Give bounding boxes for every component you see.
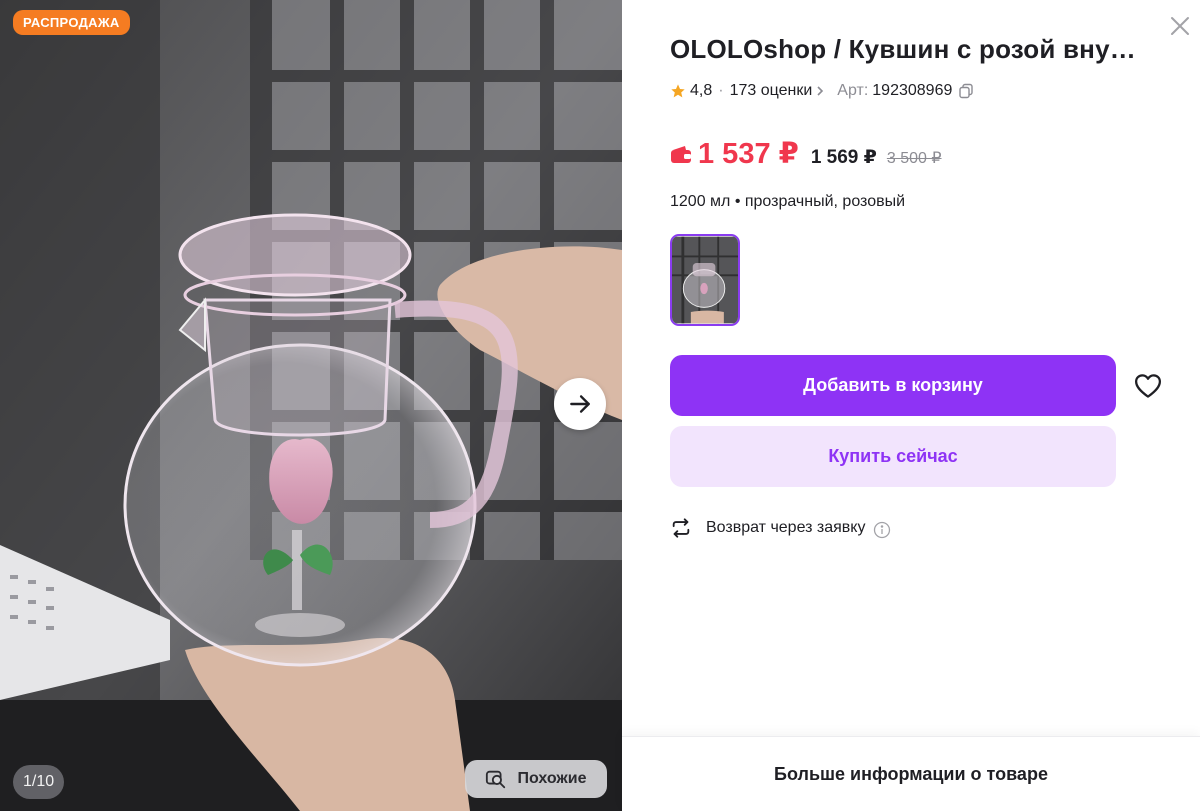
sku-value: 192308969 bbox=[872, 82, 953, 99]
variant-thumbnail[interactable] bbox=[670, 234, 740, 326]
more-info-button[interactable]: Больше информации о товаре bbox=[622, 736, 1200, 811]
buy-now-button[interactable]: Купить сейчас bbox=[670, 426, 1116, 487]
close-button[interactable] bbox=[1166, 12, 1194, 40]
similar-button[interactable]: Похожие bbox=[465, 760, 607, 798]
info-icon[interactable] bbox=[873, 521, 891, 539]
arrow-right-icon bbox=[570, 395, 590, 413]
wallet-icon bbox=[671, 146, 691, 163]
product-meta: 4,8 · 173 оценки Арт: 192308969 bbox=[670, 80, 974, 102]
copy-icon[interactable] bbox=[958, 83, 974, 99]
price-old: 3 500 ₽ bbox=[886, 150, 942, 167]
sale-badge: РАСПРОДАЖА bbox=[13, 10, 130, 35]
meta-separator: · bbox=[718, 82, 724, 99]
similar-search-icon bbox=[486, 770, 506, 789]
product-photo bbox=[0, 0, 622, 811]
price-row: 1 537 ₽ 1 569 ₽ 3 500 ₽ bbox=[670, 136, 942, 172]
product-title[interactable]: OLOLOshop / Кувшин с розой вну… bbox=[670, 34, 1160, 65]
heart-icon[interactable] bbox=[1133, 371, 1163, 401]
variant-description: 1200 мл • прозрачный, розовый bbox=[670, 193, 906, 210]
image-counter: 1/10 bbox=[13, 765, 65, 799]
returns-label: Возврат через заявку bbox=[706, 519, 866, 536]
sku-label: Арт: bbox=[837, 82, 869, 99]
price-without-card: 1 569 ₽ bbox=[810, 147, 877, 168]
reviews-count: 173 оценки bbox=[729, 82, 813, 99]
add-to-cart-button[interactable]: Добавить в корзину bbox=[670, 355, 1116, 416]
product-details: OLOLOshop / Кувшин с розой вну… 4,8 · 17… bbox=[622, 0, 1200, 811]
chevron-right-icon bbox=[817, 86, 824, 96]
price-current: 1 537 ₽ bbox=[698, 138, 799, 170]
product-modal: РАСПРОДАЖА 1/10 Похожие OLOLOshop / Кувш… bbox=[0, 0, 1200, 811]
next-image-button[interactable] bbox=[554, 378, 606, 430]
similar-label: Похожие bbox=[517, 770, 587, 787]
star-icon bbox=[671, 84, 685, 98]
returns-info: Возврат через заявку bbox=[670, 515, 891, 541]
product-gallery: РАСПРОДАЖА 1/10 Похожие bbox=[0, 0, 622, 811]
return-arrows-icon bbox=[672, 518, 690, 538]
reviews-link[interactable]: 173 оценки bbox=[730, 82, 826, 100]
close-icon bbox=[1171, 17, 1189, 35]
thumbnail-image bbox=[672, 236, 738, 324]
rating-value: 4,8 bbox=[690, 82, 713, 99]
